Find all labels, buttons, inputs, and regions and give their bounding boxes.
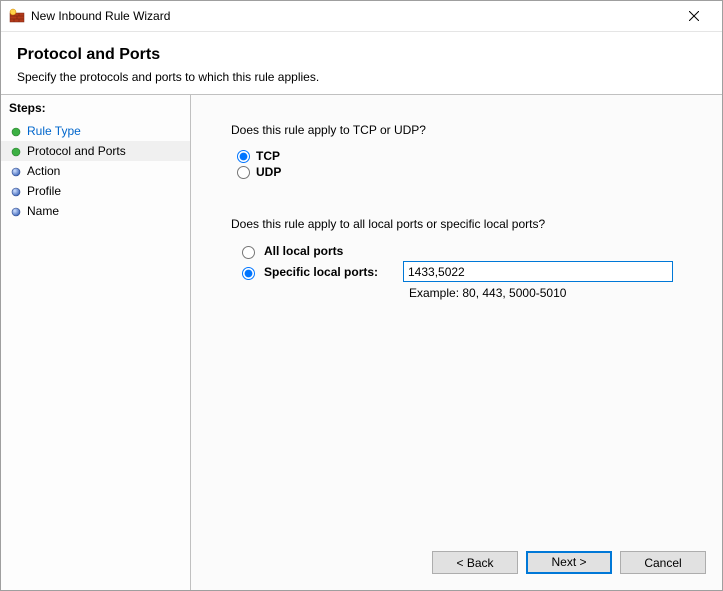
- main-panel: Does this rule apply to TCP or UDP? TCP …: [191, 95, 722, 590]
- specific-ports-input[interactable]: [403, 261, 673, 282]
- step-label-profile: Profile: [27, 184, 61, 198]
- firewall-icon: [9, 8, 25, 24]
- radio-specific-ports-label[interactable]: Specific local ports:: [264, 265, 378, 279]
- step-dot-current-icon: [11, 146, 21, 156]
- footer-buttons: < Back Next > Cancel: [191, 539, 722, 590]
- ports-group: All local ports Specific local ports: Ex…: [237, 243, 698, 300]
- back-button[interactable]: < Back: [432, 551, 518, 574]
- content: Does this rule apply to TCP or UDP? TCP …: [191, 95, 722, 539]
- step-name[interactable]: Name: [1, 201, 190, 221]
- radio-all-ports-row: All local ports: [237, 243, 698, 259]
- radio-udp-row: UDP: [237, 165, 698, 179]
- step-protocol-and-ports[interactable]: Protocol and Ports: [1, 141, 190, 161]
- wizard-window: New Inbound Rule Wizard Protocol and Por…: [0, 0, 723, 591]
- radio-all-ports-label[interactable]: All local ports: [264, 244, 343, 258]
- page-title: Protocol and Ports: [17, 46, 706, 64]
- step-dot-completed-icon: [11, 126, 21, 136]
- window-title: New Inbound Rule Wizard: [31, 9, 674, 23]
- step-dot-upcoming-icon: [11, 186, 21, 196]
- close-button[interactable]: [674, 2, 714, 30]
- step-link-rule-type[interactable]: Rule Type: [27, 124, 81, 138]
- radio-tcp[interactable]: [237, 150, 250, 163]
- step-label-protocol-and-ports: Protocol and Ports: [27, 144, 126, 158]
- body: Steps: Rule Type Protocol and Ports: [1, 94, 722, 590]
- next-button[interactable]: Next >: [526, 551, 612, 574]
- step-label-name: Name: [27, 204, 59, 218]
- step-dot-upcoming-icon: [11, 166, 21, 176]
- page-subtitle: Specify the protocols and ports to which…: [17, 70, 706, 84]
- step-label-action: Action: [27, 164, 60, 178]
- step-profile[interactable]: Profile: [1, 181, 190, 201]
- radio-specific-ports-row: Specific local ports:: [237, 261, 698, 282]
- close-icon: [689, 11, 699, 21]
- steps-heading: Steps:: [1, 97, 190, 121]
- radio-tcp-label[interactable]: TCP: [256, 149, 280, 163]
- step-dot-upcoming-icon: [11, 206, 21, 216]
- cancel-button[interactable]: Cancel: [620, 551, 706, 574]
- question-protocol: Does this rule apply to TCP or UDP?: [231, 123, 698, 137]
- header: Protocol and Ports Specify the protocols…: [1, 32, 722, 94]
- step-rule-type[interactable]: Rule Type: [1, 121, 190, 141]
- radio-all-ports[interactable]: [242, 246, 255, 259]
- radio-tcp-row: TCP: [237, 149, 698, 163]
- step-action[interactable]: Action: [1, 161, 190, 181]
- ports-example: Example: 80, 443, 5000-5010: [409, 286, 698, 300]
- radio-udp-label[interactable]: UDP: [256, 165, 281, 179]
- radio-specific-ports[interactable]: [242, 267, 255, 280]
- steps-sidebar: Steps: Rule Type Protocol and Ports: [1, 95, 191, 590]
- question-ports: Does this rule apply to all local ports …: [231, 217, 698, 231]
- radio-udp[interactable]: [237, 166, 250, 179]
- titlebar: New Inbound Rule Wizard: [1, 1, 722, 32]
